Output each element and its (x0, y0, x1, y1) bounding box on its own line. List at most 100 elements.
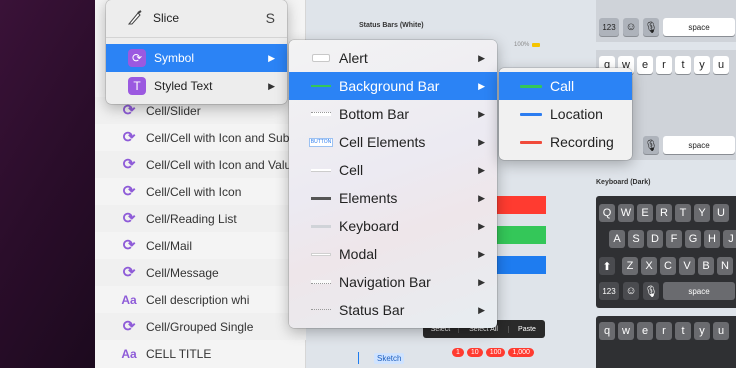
emoji-key-dark: ☺ (623, 282, 639, 300)
menu-item-slice[interactable]: Slice S (106, 4, 287, 32)
background-bar-item[interactable]: Recording (499, 128, 632, 156)
background-bar-item[interactable]: Call (499, 72, 632, 100)
layer-label: Cell/Cell with Icon and Sub (146, 130, 290, 145)
key: u (713, 56, 729, 74)
desktop-background (0, 0, 95, 368)
layer-row[interactable]: ⟳ Cell/Mail (95, 232, 306, 259)
key: r (656, 322, 672, 340)
keyboard-dark-bottom: qwertyu (596, 316, 736, 368)
key: y (694, 322, 710, 340)
symbol-submenu-item[interactable]: Bottom Bar ▶ (289, 100, 497, 128)
symbol-submenu-item[interactable]: BUTTON Cell Elements ▶ (289, 128, 497, 156)
submenu-arrow-icon: ▶ (478, 52, 485, 63)
key: F (666, 230, 682, 248)
badges: 1 10 100 1,000 (452, 348, 534, 357)
layer-label: Cell/Mail (146, 238, 193, 253)
key: Z (622, 257, 638, 275)
call-bar-blue (496, 256, 546, 274)
layer-row[interactable]: Aa CELL TITLE (95, 340, 306, 367)
insert-menu: Slice S ⟳ Symbol ▶ T Styled Text ▶ (106, 0, 287, 104)
keyboard-light-top: 123 ☺ 🎙 space (596, 0, 736, 42)
menu-item-symbol-label: Symbol (154, 51, 195, 65)
submenu-arrow-icon: ▶ (478, 192, 485, 203)
menu-item-symbol[interactable]: ⟳ Symbol ▶ (106, 44, 287, 72)
symbol-submenu-item[interactable]: Elements ▶ (289, 184, 497, 212)
symbol-submenu-item[interactable]: Keyboard ▶ (289, 212, 497, 240)
color-bar-icon (520, 140, 542, 144)
status-bars-title: Status Bars (White) (359, 22, 424, 29)
key: R (656, 204, 672, 222)
edit-paste[interactable]: Paste (509, 326, 545, 333)
symbol-submenu-item[interactable]: Cell ▶ (289, 156, 497, 184)
badge-1: 1 (452, 348, 464, 357)
color-bar-icon (520, 112, 542, 116)
battery-icon (532, 43, 540, 47)
key: B (698, 257, 714, 275)
background-bar-label: Recording (550, 134, 614, 150)
call-bar-green (496, 226, 546, 244)
submenu-arrow-icon: ▶ (478, 80, 485, 91)
submenu-arrow-icon: ▶ (478, 248, 485, 259)
badge-10: 10 (466, 348, 483, 357)
key: S (628, 230, 644, 248)
symbol-submenu-item[interactable]: Alert ▶ (289, 44, 497, 72)
key: Q (599, 204, 615, 222)
background-bar-item[interactable]: Location (499, 100, 632, 128)
layer-label: Cell description whi (146, 292, 250, 307)
key: U (713, 204, 729, 222)
space-key-top: space (663, 18, 735, 36)
symbol-icon: ⟳ (122, 264, 136, 281)
space-key: space (663, 136, 735, 154)
symbol-submenu-label: Modal (339, 246, 378, 262)
symbol-submenu-item[interactable]: Modal ▶ (289, 240, 497, 268)
text-cursor (358, 352, 359, 364)
key: y (694, 56, 710, 74)
layer-row[interactable]: ⟳ Cell/Cell with Icon and Sub (95, 124, 306, 151)
symbol-submenu-label: Keyboard (339, 218, 399, 234)
layer-row[interactable]: ⟳ Cell/Reading List (95, 205, 306, 232)
submenu-arrow-icon: ▶ (478, 276, 485, 287)
layer-row[interactable]: ⟳ Cell/Message (95, 259, 306, 286)
statusbar-thumbnail-icon (310, 304, 332, 316)
key: w (618, 322, 634, 340)
submenu-arrow-icon: ▶ (268, 80, 275, 91)
symbol-submenu-item[interactable]: Navigation Bar ▶ (289, 268, 497, 296)
key: t (675, 322, 691, 340)
navbar-thumbnail-icon (310, 276, 332, 288)
key: X (641, 257, 657, 275)
badge-100: 100 (485, 348, 506, 357)
alert-thumbnail-icon (310, 52, 332, 64)
symbol-icon: ⟳ (122, 129, 136, 146)
menu-item-slice-label: Slice (153, 11, 180, 25)
layer-row[interactable]: ⟳ Cell/Cell with Icon (95, 178, 306, 205)
layer-label: Cell/Grouped Single (146, 319, 254, 334)
sketch-selection: Sketch (374, 353, 405, 364)
key: W (618, 204, 634, 222)
symbol-submenu-label: Cell (339, 162, 364, 178)
elements-thumbnail-icon (310, 192, 332, 204)
symbol-icon: ⟳ (128, 49, 146, 67)
layer-row[interactable]: Aa Cell description whi (95, 286, 306, 313)
key: t (675, 56, 691, 74)
text-style-icon: T (128, 77, 146, 95)
space-key-dark: space (663, 282, 735, 300)
submenu-arrow-icon: ▶ (478, 164, 485, 175)
key: q (599, 322, 615, 340)
key: E (637, 204, 653, 222)
submenu-arrow-icon: ▶ (478, 304, 485, 315)
symbol-submenu-label: Bottom Bar (339, 106, 410, 122)
layer-row[interactable]: ⟳ Cell/Grouped Single (95, 313, 306, 340)
symbol-submenu: Alert ▶ Background Bar ▶ Bottom Bar ▶ BUTTON Ce… (289, 40, 497, 328)
symbol-submenu-item[interactable]: Status Bar ▶ (289, 296, 497, 324)
layer-row[interactable]: ⟳ Cell/Cell with Icon and Valu (95, 151, 306, 178)
submenu-arrow-icon: ▶ (478, 108, 485, 119)
symbol-submenu-item[interactable]: Background Bar ▶ (289, 72, 497, 100)
menu-item-styled-text[interactable]: T Styled Text ▶ (106, 72, 287, 100)
keyboard-thumbnail-icon (310, 220, 332, 232)
key: u (713, 322, 729, 340)
key: Y (694, 204, 710, 222)
cell-thumbnail-icon (310, 164, 332, 176)
symbol-icon: ⟳ (122, 237, 136, 254)
background-bar-label: Call (550, 78, 575, 94)
key: V (679, 257, 695, 275)
